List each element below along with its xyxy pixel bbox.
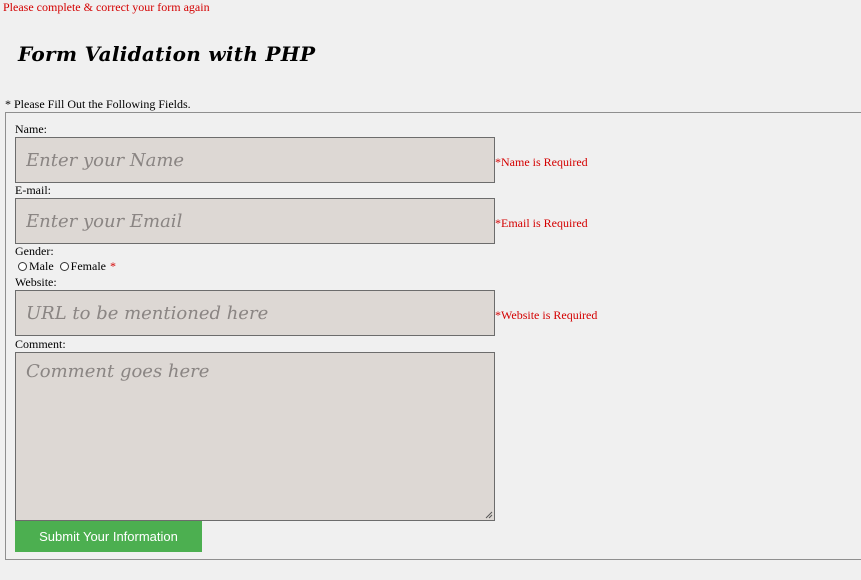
email-input[interactable] [15, 198, 495, 244]
page: Please complete & correct your form agai… [0, 0, 861, 580]
gender-required-mark: * [109, 259, 116, 273]
name-input[interactable] [15, 137, 495, 183]
website-error: *Website is Required [495, 308, 598, 322]
form-instructions: * Please Fill Out the Following Fields. [5, 97, 191, 111]
name-error: *Name is Required [495, 155, 588, 169]
gender-label: Gender: [15, 244, 54, 258]
comment-label: Comment: [15, 337, 66, 351]
email-error: *Email is Required [495, 216, 588, 230]
name-label: Name: [15, 122, 47, 136]
gender-male-radio[interactable] [18, 261, 27, 271]
gender-female-radio[interactable] [59, 261, 69, 271]
website-label: Website: [15, 275, 57, 289]
form-error-message: Please complete & correct your form agai… [3, 0, 210, 14]
page-title: Form Validation with PHP [18, 42, 316, 66]
gender-male-label: Male [29, 259, 54, 273]
resize-grip-icon[interactable] [485, 511, 493, 519]
gender-female-label: Female [70, 259, 106, 273]
submit-button[interactable]: Submit Your Information [15, 521, 202, 552]
gender-options: Male Female * [18, 259, 116, 273]
comment-textarea[interactable] [15, 352, 495, 521]
email-label: E-mail: [15, 183, 51, 197]
website-input[interactable] [15, 290, 495, 336]
